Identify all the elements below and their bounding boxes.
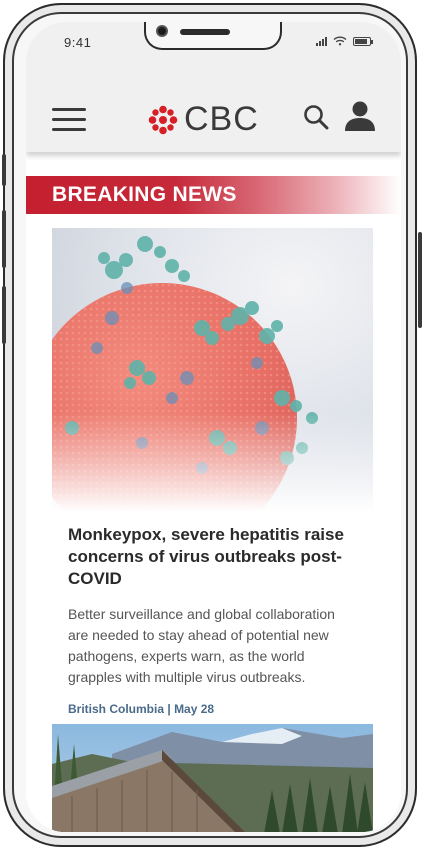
wifi-icon [333,36,347,46]
status-time: 9:41 [64,35,92,50]
meta-separator: | [167,702,171,716]
volume-up-button [2,210,6,268]
breaking-news-banner[interactable]: BREAKING NEWS [26,176,401,214]
power-button [418,232,422,328]
breaking-news-label: BREAKING NEWS [52,183,237,206]
hamburger-menu-icon[interactable] [52,108,86,132]
cbc-gem-icon [148,105,178,134]
article-headline[interactable]: Monkeypox, severe hepatitis raise concer… [68,524,357,590]
article-region[interactable]: British Columbia [68,702,164,716]
app-header: CBC [26,66,401,152]
logo-text: CBC [184,100,259,138]
speaker-grille [180,29,230,35]
cbc-logo[interactable]: CBC [148,100,259,139]
user-account-icon[interactable] [344,100,376,132]
volume-down-button [2,286,6,344]
status-icons [316,36,373,46]
article-card-2[interactable] [52,724,373,832]
screen: 9:41 CBC BREAKING NEWS Monkeypox, severe… [26,22,401,832]
article-summary: Better surveillance and global collabora… [68,606,335,685]
virus-illustration [52,228,373,512]
search-icon[interactable] [303,104,329,130]
signal-icon [316,36,327,46]
article-date: May 28 [174,702,215,716]
article-image-barn[interactable] [52,724,373,832]
front-camera [156,25,168,37]
silent-switch [2,154,6,186]
article-card[interactable]: Monkeypox, severe hepatitis raise concer… [52,228,373,716]
article-image-virus[interactable] [52,228,373,512]
battery-icon [353,36,373,46]
article-meta: British Columbia | May 28 [68,702,357,716]
